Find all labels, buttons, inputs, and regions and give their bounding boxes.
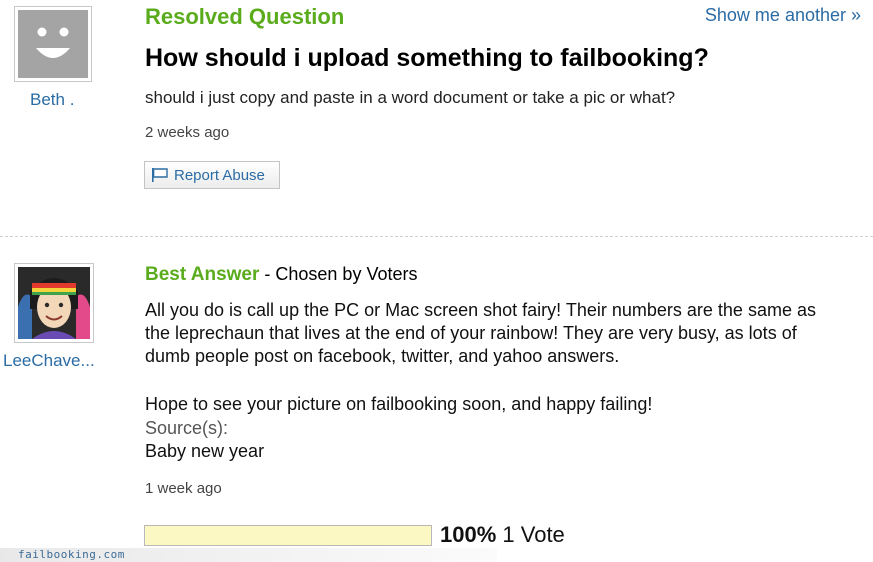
answer-text-line: Hope to see your picture on failbooking … [145, 394, 653, 414]
answer-text-line: the leprechaun that lives at the end of … [145, 323, 797, 343]
chosen-by-voters: - Chosen by Voters [259, 264, 418, 284]
question-timestamp: 2 weeks ago [145, 124, 230, 141]
answer-timestamp: 1 week ago [145, 480, 222, 497]
vote-progress-bar [144, 525, 432, 546]
best-answer-heading: Best Answer - Chosen by Voters [145, 264, 417, 286]
vote-count: 1 Vote [502, 522, 565, 547]
answer-text-line: dumb people post on facebook, twitter, a… [145, 346, 620, 366]
answerer-name[interactable]: LeeChave... [3, 351, 95, 371]
vote-percent: 100% [440, 522, 497, 547]
default-smiley-avatar-icon [18, 10, 88, 78]
asker-avatar[interactable] [14, 6, 92, 82]
section-divider [0, 236, 873, 237]
asker-name[interactable]: Beth . [30, 90, 74, 110]
flag-icon [152, 168, 168, 182]
show-another-link[interactable]: Show me another » [705, 5, 861, 26]
failbooking-watermark: failbooking.com [0, 548, 497, 562]
question-title: How should i upload something to failboo… [145, 44, 709, 72]
answerer-avatar-image [18, 267, 90, 339]
answer-text-line: All you do is call up the PC or Mac scre… [145, 300, 816, 320]
vote-progress-fill [145, 526, 431, 545]
answerer-avatar[interactable] [14, 263, 94, 343]
source-label: Source(s): [145, 418, 229, 438]
question-body: should i just copy and paste in a word d… [145, 88, 676, 107]
source-value: Baby new year [145, 441, 265, 461]
vote-summary: 100% 1 Vote [440, 522, 565, 548]
best-answer-label: Best Answer [145, 264, 260, 285]
report-abuse-label: Report Abuse [174, 166, 265, 184]
resolved-question-heading: Resolved Question [145, 4, 345, 29]
report-abuse-button[interactable]: Report Abuse [144, 161, 280, 189]
